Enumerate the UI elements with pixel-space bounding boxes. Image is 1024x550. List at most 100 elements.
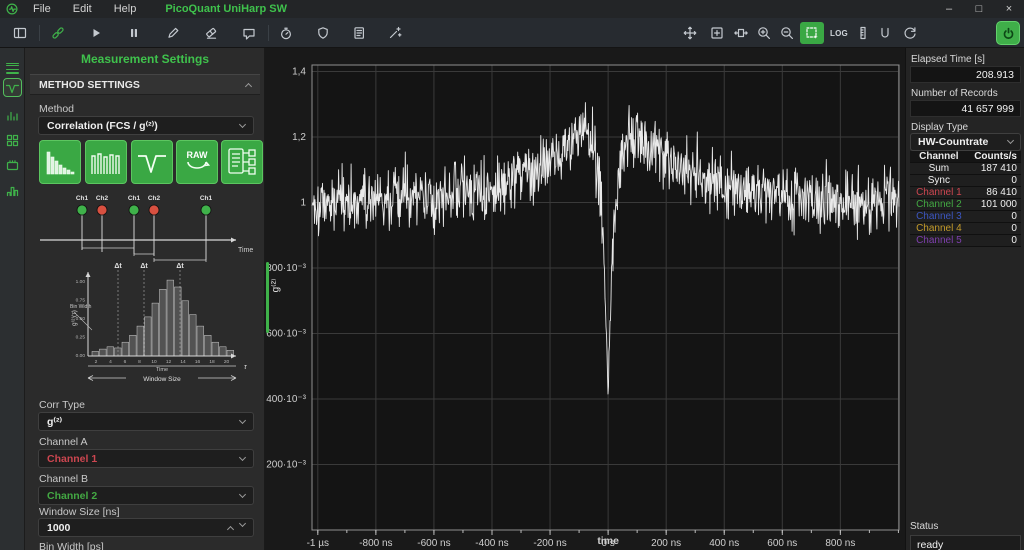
records-label: Number of Records bbox=[911, 88, 998, 99]
menu-help[interactable]: Help bbox=[103, 3, 148, 15]
chart-area[interactable]: -1 µs-800 ns-600 ns-400 ns-200 ns0 s200 … bbox=[265, 48, 905, 550]
svg-text:400·10⁻³: 400·10⁻³ bbox=[266, 394, 306, 405]
method-report-button[interactable] bbox=[221, 140, 263, 184]
pause-icon[interactable] bbox=[122, 22, 146, 44]
channel-b-dropdown[interactable]: Channel 2 bbox=[38, 486, 254, 505]
shield-icon[interactable] bbox=[311, 22, 335, 44]
diagram-xlabel: Time bbox=[156, 367, 168, 373]
minimize-button[interactable]: – bbox=[934, 0, 964, 18]
svg-text:-1 µs: -1 µs bbox=[307, 538, 329, 549]
table-row: Sync0 bbox=[910, 175, 1021, 187]
rail-grid-icon[interactable] bbox=[3, 131, 22, 150]
box-zoom-icon[interactable] bbox=[800, 22, 824, 44]
wand-icon[interactable] bbox=[383, 22, 407, 44]
power-button[interactable] bbox=[996, 21, 1020, 45]
g2-correlation-plot[interactable]: -1 µs-800 ns-600 ns-400 ns-200 ns0 s200 … bbox=[265, 48, 905, 550]
svg-text:10: 10 bbox=[151, 359, 157, 365]
records-value: 41 657 999 bbox=[910, 100, 1021, 117]
panel-splitter-handle[interactable] bbox=[266, 262, 269, 333]
pen-icon[interactable] bbox=[161, 22, 185, 44]
panel-title: Measurement Settings bbox=[25, 52, 265, 66]
svg-text:4: 4 bbox=[109, 359, 112, 365]
fit-width-icon[interactable] bbox=[729, 22, 753, 44]
col-channel: Channel bbox=[910, 151, 968, 162]
rail-countrate-icon[interactable] bbox=[3, 106, 22, 125]
journal-icon[interactable] bbox=[347, 22, 371, 44]
svg-text:1: 1 bbox=[300, 198, 306, 209]
method-dropdown[interactable]: Correlation (FCS / g⁽²⁾) bbox=[38, 116, 254, 135]
fit-all-icon[interactable] bbox=[705, 22, 729, 44]
window-title: PicoQuant UniHarp SW bbox=[165, 3, 287, 15]
maximize-button[interactable]: □ bbox=[964, 0, 994, 18]
svg-text:0.50: 0.50 bbox=[76, 316, 86, 322]
app-logo bbox=[5, 2, 19, 19]
spinner-down-icon[interactable] bbox=[239, 519, 246, 526]
log-scale-button[interactable]: LOG bbox=[827, 22, 851, 44]
axis-ruler-icon[interactable] bbox=[851, 22, 875, 44]
channel-table-header: Channel Counts/s bbox=[910, 151, 1021, 163]
svg-text:Δt: Δt bbox=[114, 263, 122, 270]
diagram-channel-marker-label: Ch1 bbox=[128, 195, 141, 202]
channel-table: Channel Counts/s Sum187 410Sync0Channel … bbox=[910, 151, 1021, 247]
diagram-channel-marker-label: Ch1 bbox=[76, 195, 89, 202]
method-antibunching-button[interactable] bbox=[131, 140, 173, 184]
zoom-in-icon[interactable] bbox=[752, 22, 776, 44]
table-row: Channel 2101 000 bbox=[910, 199, 1021, 211]
elapsed-time-value: 208.913 bbox=[910, 66, 1021, 83]
close-button[interactable]: × bbox=[994, 0, 1024, 18]
menu-edit[interactable]: Edit bbox=[62, 3, 103, 15]
plot-background bbox=[312, 65, 899, 530]
table-row: Channel 40 bbox=[910, 223, 1021, 235]
correlation-diagram: Ch1Ch2Ch1Ch2Ch1 Time ΔtΔtΔt g⁽²⁾(τ) 1.00… bbox=[30, 188, 262, 386]
svg-text:Δt: Δt bbox=[140, 263, 148, 270]
eraser-icon[interactable] bbox=[199, 22, 223, 44]
pan-icon[interactable] bbox=[678, 22, 702, 44]
window-size-spinner[interactable]: 1000 bbox=[38, 518, 254, 537]
diagram-time-axis-label: Time bbox=[238, 247, 253, 254]
elapsed-time-label: Elapsed Time [s] bbox=[911, 54, 985, 65]
display-type-label: Display Type bbox=[911, 122, 968, 133]
rail-device-icon[interactable] bbox=[3, 156, 22, 175]
link-device-icon[interactable] bbox=[46, 22, 70, 44]
stopwatch-icon[interactable] bbox=[274, 22, 298, 44]
panel-toggle-icon[interactable] bbox=[8, 22, 32, 44]
channel-table-body: Sum187 410Sync0Channel 186 410Channel 21… bbox=[910, 163, 1021, 247]
svg-text:400 ns: 400 ns bbox=[709, 538, 739, 549]
svg-text:-200 ns: -200 ns bbox=[533, 538, 566, 549]
display-type-dropdown[interactable]: HW-Countrate bbox=[910, 133, 1021, 151]
svg-text:1,2: 1,2 bbox=[292, 132, 306, 143]
hamburger-menu-icon[interactable] bbox=[3, 54, 22, 73]
zoom-out-icon[interactable] bbox=[775, 22, 799, 44]
diagram-windowsize-label: Window Size bbox=[143, 376, 181, 383]
comment-icon[interactable] bbox=[237, 22, 261, 44]
diagram-binwidth-label: Bin Width bbox=[70, 304, 92, 310]
reset-view-icon[interactable] bbox=[898, 22, 922, 44]
channel-a-value: Channel 1 bbox=[47, 453, 97, 465]
play-icon[interactable] bbox=[84, 22, 108, 44]
channel-a-dropdown[interactable]: Channel 1 bbox=[38, 449, 254, 468]
status-value: ready bbox=[910, 535, 1021, 550]
collapse-chevron-icon bbox=[245, 82, 252, 89]
diagram-channel-marker-label: Ch1 bbox=[200, 195, 213, 202]
svg-text:200 ns: 200 ns bbox=[651, 538, 681, 549]
unzoom-axis-icon[interactable] bbox=[873, 22, 897, 44]
bin-width-label: Bin Width [ps] bbox=[39, 541, 104, 550]
x-axis-title: time bbox=[597, 535, 619, 547]
channel-a-label: Channel A bbox=[39, 436, 87, 448]
method-histogram-button[interactable] bbox=[39, 140, 81, 184]
menu-file[interactable]: File bbox=[22, 3, 62, 15]
svg-text:16: 16 bbox=[195, 359, 201, 365]
method-settings-header[interactable]: METHOD SETTINGS bbox=[30, 74, 260, 95]
method-timetrace-button[interactable] bbox=[85, 140, 127, 184]
method-raw-button[interactable]: RAW bbox=[176, 140, 218, 184]
table-row: Channel 30 bbox=[910, 211, 1021, 223]
left-icon-rail bbox=[0, 48, 25, 550]
rail-histogram-icon[interactable] bbox=[3, 181, 22, 200]
spinner-up-icon[interactable] bbox=[227, 525, 234, 532]
right-info-panel: Elapsed Time [s] 208.913 Number of Recor… bbox=[905, 48, 1024, 550]
channel-b-label: Channel B bbox=[39, 473, 88, 485]
svg-text:18: 18 bbox=[209, 359, 215, 365]
rail-correlation-icon[interactable] bbox=[3, 78, 22, 97]
diagram-channel-marker-label: Ch2 bbox=[148, 195, 161, 202]
corr-type-dropdown[interactable]: g⁽²⁾ bbox=[38, 412, 254, 431]
